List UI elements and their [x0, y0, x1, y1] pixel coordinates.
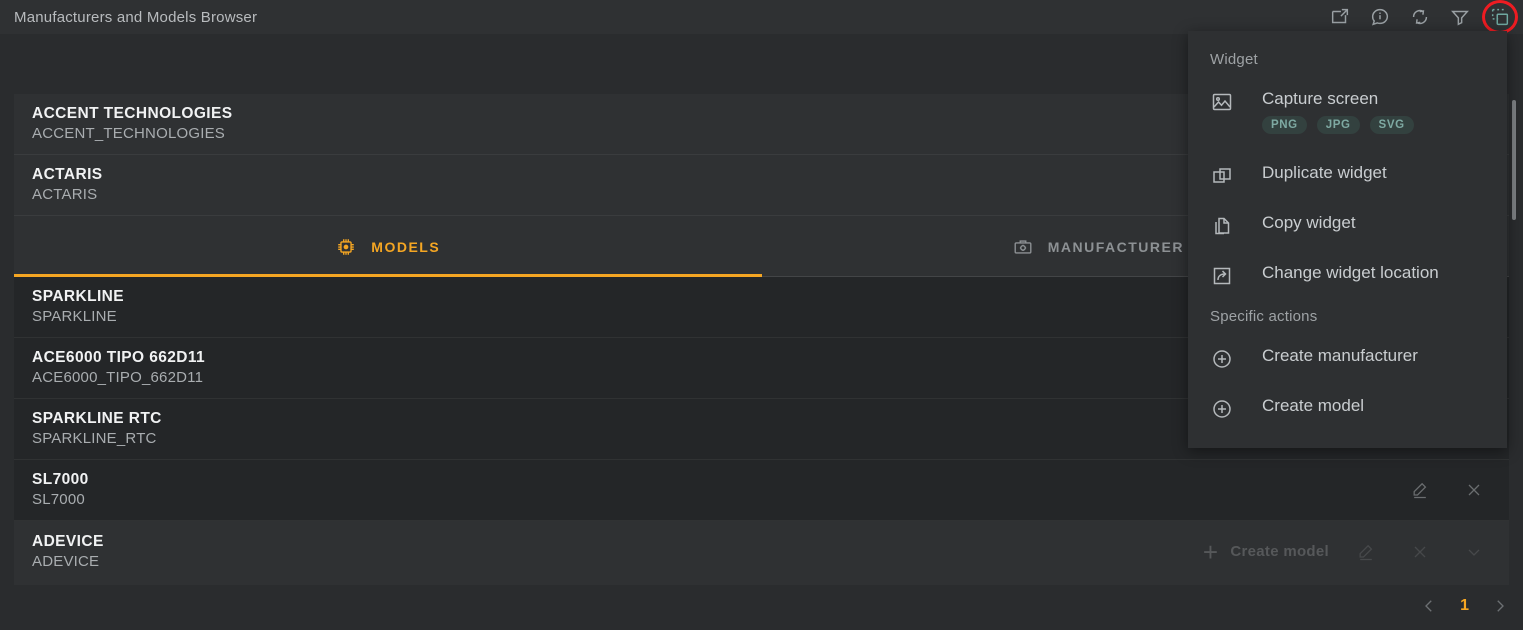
model-row[interactable]: SL7000 SL7000 [14, 460, 1509, 521]
menu-item-create-manufacturer[interactable]: Create manufacturer [1188, 335, 1507, 385]
image-icon [1210, 90, 1238, 114]
row-texts: SPARKLINE SPARKLINE [32, 287, 124, 327]
refresh-button[interactable] [1409, 6, 1431, 28]
model-name: SPARKLINE RTC [32, 410, 162, 427]
refresh-icon [1409, 6, 1431, 28]
manufacturer-name: ACTARIS [32, 166, 103, 183]
chip-jpg[interactable]: JPG [1316, 116, 1360, 134]
create-model-menu-body: Create model [1262, 385, 1364, 423]
delete-manufacturer-button[interactable] [1393, 528, 1447, 576]
export-widget-button[interactable] [1329, 6, 1351, 28]
widget-actions-button[interactable] [1482, 0, 1518, 34]
pagination: 1 [1420, 588, 1509, 624]
tab-models-label: MODELS [371, 238, 441, 255]
model-code: SPARKLINE [32, 308, 117, 325]
duplicate-widget-label: Duplicate widget [1262, 163, 1387, 182]
row-texts: ADEVICE ADEVICE [32, 532, 104, 572]
create-manufacturer-body: Create manufacturer [1262, 335, 1418, 373]
create-manufacturer-label: Create manufacturer [1262, 346, 1418, 365]
model-code: SL7000 [32, 491, 85, 508]
move-icon [1210, 264, 1238, 288]
manufacturer-name: ADEVICE [32, 532, 104, 550]
widget-header: Manufacturers and Models Browser [0, 0, 1523, 34]
model-name: ACE6000 TIPO 662D11 [32, 349, 206, 366]
page-title: Manufacturers and Models Browser [14, 8, 258, 26]
manufacturer-row[interactable]: ADEVICE ADEVICE + Create model [14, 521, 1509, 582]
manufacturer-code: ADEVICE [32, 552, 100, 570]
copy-icon [1210, 214, 1238, 238]
row-actions [1393, 466, 1509, 514]
row-texts: SPARKLINE RTC SPARKLINE_RTC [32, 409, 162, 449]
menu-section-specific-actions: Specific actions [1210, 308, 1318, 325]
row-texts: ACE6000 TIPO 662D11 ACE6000_TIPO_662D11 [32, 348, 205, 388]
filter-icon [1449, 6, 1471, 28]
change-widget-location-label: Change widget location [1262, 263, 1439, 282]
manufacturer-code: ACCENT_TECHNOLOGIES [32, 125, 225, 142]
model-code: SPARKLINE_RTC [32, 430, 157, 447]
plus-circle-icon [1210, 347, 1238, 371]
duplicate-widget-body: Duplicate widget [1262, 152, 1387, 190]
pagination-prev-button[interactable] [1420, 597, 1438, 615]
toolbox-icon [1012, 236, 1034, 258]
plus-circle-icon [1210, 397, 1238, 421]
filter-button[interactable] [1449, 6, 1471, 28]
row-actions: + Create model [1193, 528, 1509, 576]
header-toolbar [1329, 0, 1518, 34]
create-model-button[interactable]: + Create model [1193, 539, 1339, 565]
vertical-scrollbar[interactable] [1512, 100, 1516, 220]
row-texts: ACTARIS ACTARIS [32, 165, 103, 205]
capture-screen-body: Capture screen PNG JPG SVG [1262, 78, 1414, 142]
tab-models[interactable]: MODELS [14, 216, 762, 277]
menu-item-change-widget-location[interactable]: Change widget location [1188, 252, 1507, 302]
menu-item-create-model[interactable]: Create model [1188, 385, 1507, 435]
delete-model-button[interactable] [1447, 466, 1501, 514]
model-name: SL7000 [32, 471, 89, 488]
chip-icon [335, 236, 357, 258]
copy-widget-body: Copy widget [1262, 202, 1356, 240]
widget-root: Manufacturers and Models Browser ACCENT … [0, 0, 1523, 630]
duplicate-icon [1210, 164, 1238, 188]
capture-screen-label: Capture screen [1262, 89, 1379, 108]
plus-icon: + [1202, 536, 1219, 567]
info-button[interactable] [1369, 6, 1391, 28]
create-model-label: Create model [1230, 543, 1329, 560]
edit-model-button[interactable] [1393, 466, 1447, 514]
row-texts: ACCENT TECHNOLOGIES ACCENT_TECHNOLOGIES [32, 104, 233, 144]
model-name: SPARKLINE [32, 288, 125, 305]
widget-actions-icon [1489, 6, 1511, 28]
manufacturer-name: ACCENT TECHNOLOGIES [32, 105, 233, 122]
chip-svg[interactable]: SVG [1369, 116, 1414, 134]
model-code: ACE6000_TIPO_662D11 [32, 369, 204, 386]
copy-widget-label: Copy widget [1262, 213, 1356, 232]
menu-item-duplicate-widget[interactable]: Duplicate widget [1188, 152, 1507, 202]
pagination-page-1[interactable]: 1 [1460, 597, 1469, 615]
expand-manufacturer-button[interactable] [1447, 528, 1501, 576]
edit-manufacturer-button[interactable] [1339, 528, 1393, 576]
change-widget-location-body: Change widget location [1262, 252, 1439, 290]
create-model-menu-label: Create model [1262, 396, 1365, 415]
capture-format-chips: PNG JPG SVG [1262, 116, 1414, 142]
menu-item-copy-widget[interactable]: Copy widget [1188, 202, 1507, 252]
pagination-next-button[interactable] [1491, 597, 1509, 615]
export-widget-icon [1329, 6, 1351, 28]
menu-section-widget: Widget [1210, 51, 1258, 68]
menu-item-capture-screen[interactable]: Capture screen PNG JPG SVG [1188, 78, 1507, 152]
widget-actions-menu: Widget Capture screen PNG JPG SVG Duplic… [1188, 31, 1507, 448]
chip-png[interactable]: PNG [1262, 116, 1307, 134]
row-texts: SL7000 SL7000 [32, 470, 89, 510]
info-icon [1369, 6, 1391, 28]
manufacturer-code: ACTARIS [32, 186, 98, 203]
